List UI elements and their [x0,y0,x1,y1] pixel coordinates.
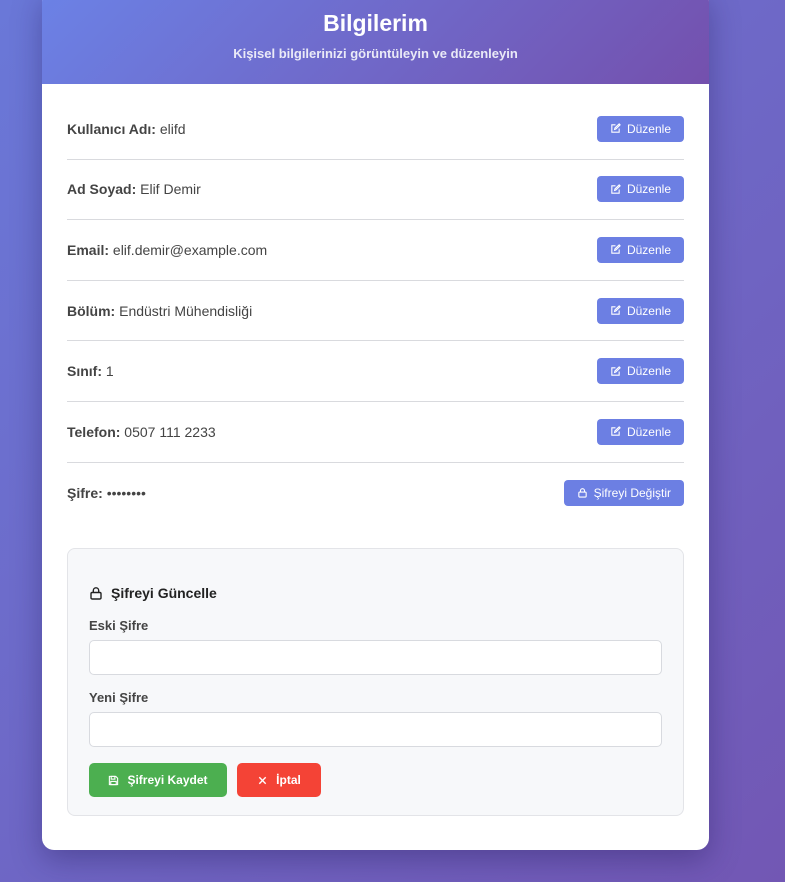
button-label: Düzenle [626,303,671,318]
field-label: Email: [67,241,110,258]
save-password-button[interactable]: Şifreyi Kaydet [89,763,227,798]
info-text: Telefon: 0507 111 2233 [67,424,216,440]
field-value: Endüstri Mühendisliği [119,302,253,319]
password-update-panel: Şifreyi Güncelle Eski Şifre Yeni Şifre Ş… [67,548,684,817]
button-label: Şifreyi Kaydet [127,773,208,788]
edit-icon [611,365,621,376]
info-text: Şifre: •••••••• [67,485,146,501]
cancel-button[interactable]: İptal [237,763,321,798]
info-row-phone: Telefon: 0507 111 2233 Düzenle [67,402,684,463]
button-label: İptal [276,773,301,788]
button-label: Düzenle [626,182,671,197]
edit-department-button[interactable]: Düzenle [596,297,684,324]
info-row-class: Sınıf: 1 Düzenle [67,341,684,402]
info-list: Kullanıcı Adı: elifd Düzenle Ad Soyad: E… [67,99,684,523]
info-text: Email: elif.demir@example.com [67,242,267,258]
profile-card: Bilgilerim Kişisel bilgilerinizi görüntü… [42,0,709,850]
info-row-email: Email: elif.demir@example.com Düzenle [67,220,684,281]
edit-fullname-button[interactable]: Düzenle [596,176,684,203]
new-password-field[interactable] [89,712,662,748]
edit-icon [611,244,621,255]
close-icon [258,776,267,784]
field-value: elif.demir@example.com [112,241,268,258]
lock-icon [90,587,102,600]
info-text: Kullanıcı Adı: elifd [67,121,186,137]
info-row-password: Şifre: •••••••• Şifreyi Değiştir [67,463,684,524]
field-value: 1 [105,363,114,380]
field-value: •••••••• [106,484,146,501]
field-label: Bölüm: [67,302,116,319]
edit-icon [611,184,621,194]
panel-title: Şifreyi Güncelle [89,585,662,601]
button-label: Düzenle [626,121,671,136]
new-password-label: Yeni Şifre [89,690,149,706]
panel-actions: Şifreyi Kaydet İptal [89,763,662,798]
page-title: Bilgilerim [323,10,428,36]
info-text: Ad Soyad: Elif Demir [67,181,201,197]
info-row-fullname: Ad Soyad: Elif Demir Düzenle [67,160,684,221]
field-label: Ad Soyad: [67,181,137,198]
edit-phone-button[interactable]: Düzenle [596,418,684,445]
info-text: Sınıf: 1 [67,363,114,379]
old-password-field[interactable] [89,640,662,676]
edit-email-button[interactable]: Düzenle [596,236,684,263]
field-label: Şifre: [67,484,103,501]
field-value: elifd [159,120,186,137]
edit-icon [611,426,621,436]
card-body: Kullanıcı Adı: elifd Düzenle Ad Soyad: E… [42,99,709,817]
field-label: Sınıf: [67,363,102,380]
field-value: Elif Demir [140,181,201,198]
edit-icon [611,123,621,134]
info-row-department: Bölüm: Endüstri Mühendisliği Düzenle [67,281,684,342]
field-label: Kullanıcı Adı: [67,120,156,137]
edit-username-button[interactable]: Düzenle [596,115,684,142]
field-label: Telefon: [67,423,121,440]
button-label: Şifreyi Değiştir [593,485,671,500]
old-password-label: Eski Şifre [89,618,149,634]
lock-icon [577,488,587,498]
button-label: Düzenle [626,242,671,257]
info-row-username: Kullanıcı Adı: elifd Düzenle [67,99,684,160]
edit-icon [611,305,621,315]
info-text: Bölüm: Endüstri Mühendisliği [67,303,252,319]
page-subtitle: Kişisel bilgilerinizi görüntüleyin ve dü… [233,46,518,61]
edit-class-button[interactable]: Düzenle [596,358,684,385]
save-icon [109,775,119,785]
panel-title-text: Şifreyi Güncelle [111,585,217,602]
card-header: Bilgilerim Kişisel bilgilerinizi görüntü… [42,0,709,84]
button-label: Düzenle [626,364,671,379]
change-password-button[interactable]: Şifreyi Değiştir [563,479,684,506]
field-value: 0507 111 2233 [124,423,216,440]
button-label: Düzenle [626,424,671,439]
